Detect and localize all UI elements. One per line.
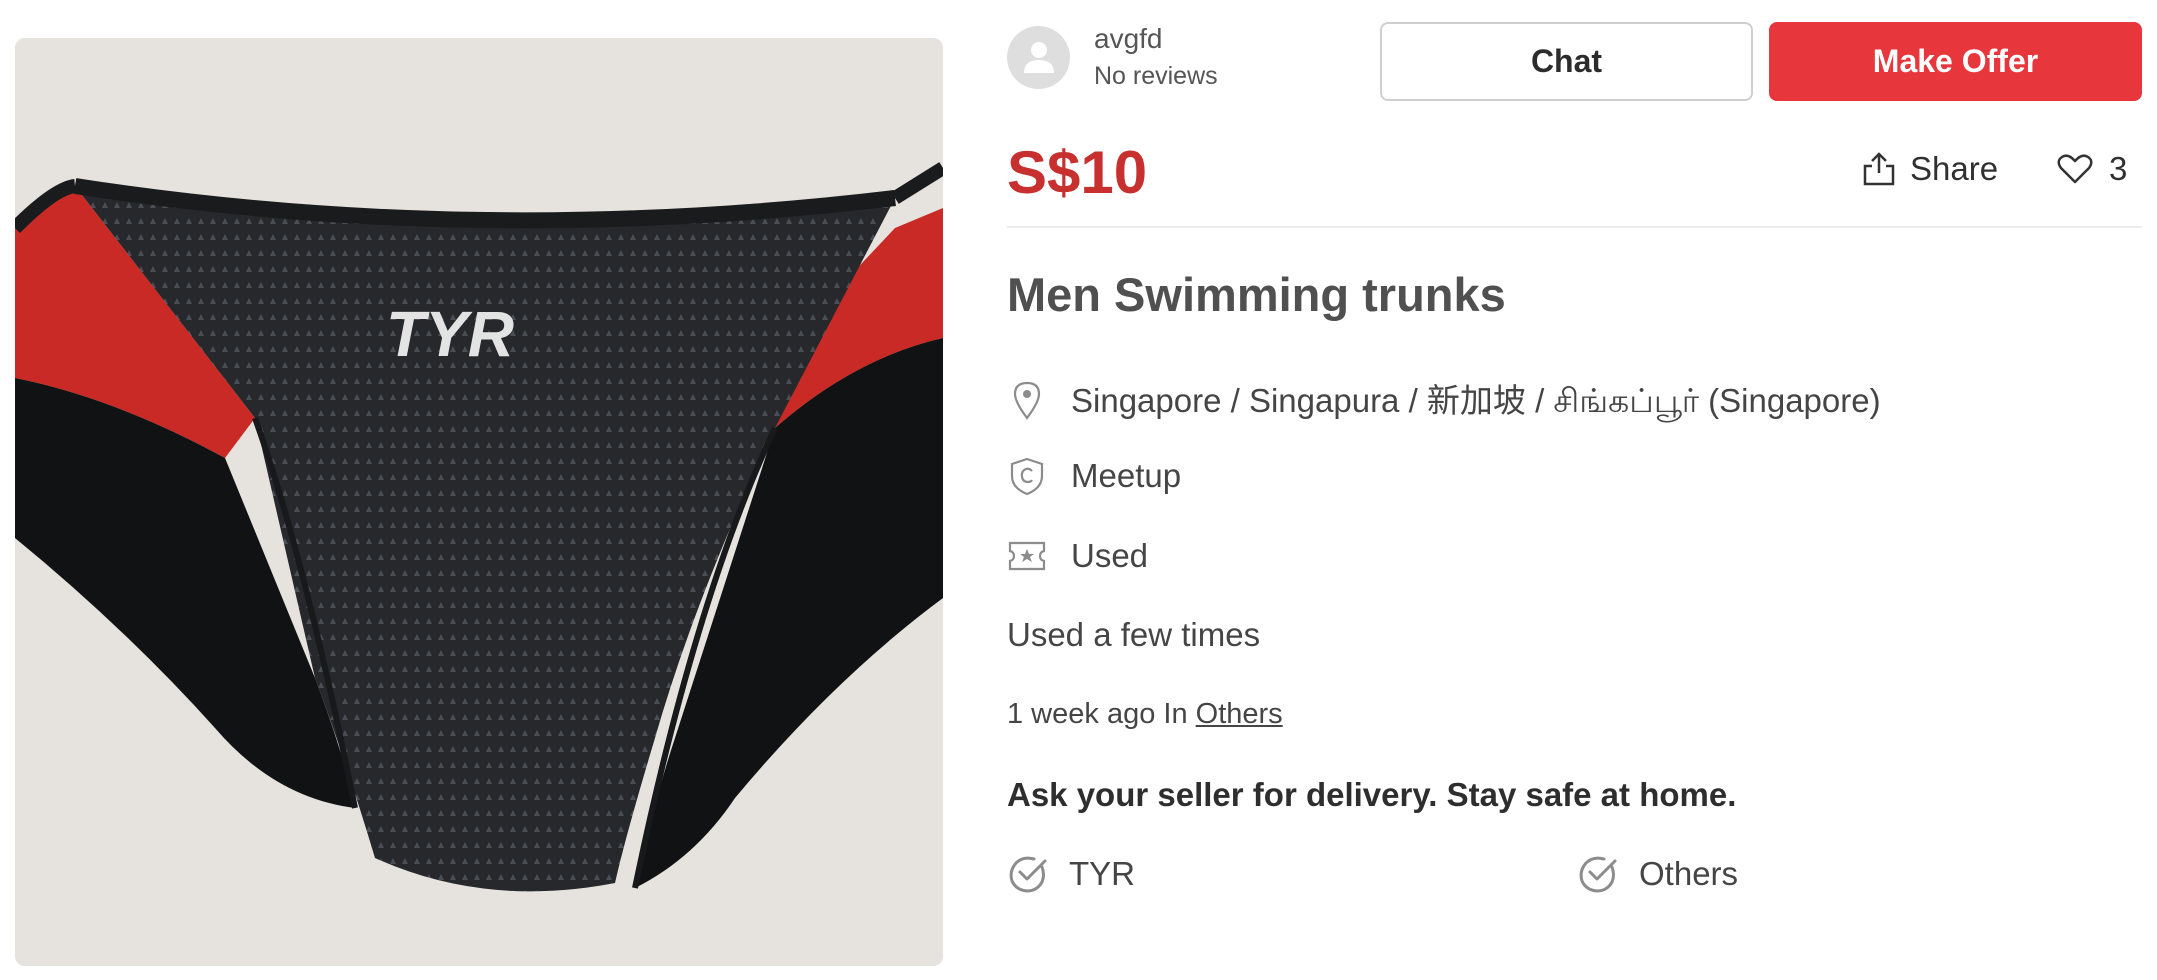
divider (1007, 226, 2142, 228)
product-logo: TYR (386, 298, 514, 370)
deal-method: Meetup (1071, 457, 1182, 494)
like-button[interactable]: 3 (2057, 150, 2127, 188)
check-circle-icon (1579, 856, 1617, 893)
heart-icon (2057, 154, 2093, 184)
location-pin-icon (1007, 378, 1047, 422)
share-button[interactable]: Share (1862, 150, 1998, 188)
shield-icon (1007, 454, 1047, 498)
share-label: Share (1910, 150, 1999, 187)
seller-info[interactable]: avgfd No reviews (1007, 22, 1218, 92)
seller-username[interactable]: avgfd (1094, 22, 1218, 56)
swim-trunks-image: TYR (15, 38, 943, 966)
brand-tag[interactable]: TYR (1007, 853, 1135, 895)
category-link[interactable]: Others (1196, 698, 1283, 730)
chat-button[interactable]: Chat (1380, 22, 1753, 101)
share-icon (1863, 152, 1895, 186)
make-offer-button[interactable]: Make Offer (1769, 22, 2142, 101)
product-photo[interactable]: TYR (15, 38, 943, 966)
meetup-row: Meetup (1007, 454, 1181, 498)
location-row: Singapore / Singapura / 新加坡 / சிங்கப்பூர… (1007, 374, 1881, 425)
posted-time: 1 week ago In (1007, 698, 1188, 730)
condition-tag-icon (1007, 534, 1047, 578)
likes-count: 3 (2109, 150, 2128, 187)
listing-title: Men Swimming trunks (1007, 268, 1506, 321)
listing-price: S$10 (1007, 139, 1148, 206)
posted-info: 1 week ago In Others (1007, 698, 1283, 731)
category-tag[interactable]: Others (1577, 853, 1738, 895)
brand-tag-label: TYR (1069, 855, 1135, 892)
listing-description: Used a few times (1007, 616, 1261, 653)
check-circle-icon (1009, 856, 1047, 893)
delivery-notice: Ask your seller for delivery. Stay safe … (1007, 776, 1737, 813)
listing-details: avgfd No reviews Chat Make Offer S$10 Sh… (1007, 0, 2142, 980)
category-tag-label: Others (1639, 855, 1739, 892)
condition-text: Used (1071, 537, 1149, 574)
location-text: Singapore / Singapura / 新加坡 / சிங்கப்பூர… (1071, 382, 1881, 419)
condition-row: Used (1007, 534, 1148, 578)
user-avatar-icon[interactable] (1007, 25, 1070, 89)
seller-reviews: No reviews (1094, 62, 1218, 90)
